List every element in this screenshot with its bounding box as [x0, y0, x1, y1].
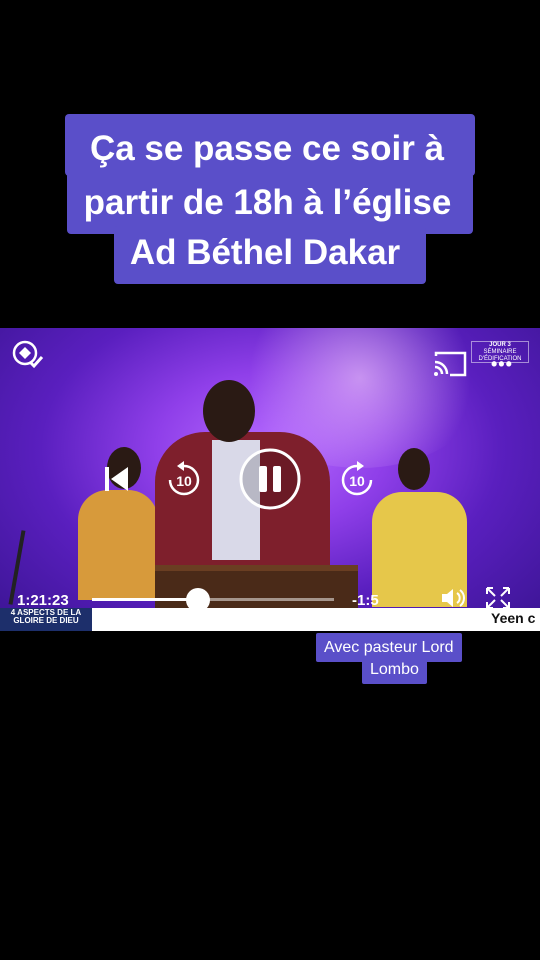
pause-button[interactable] — [238, 447, 302, 511]
singer-right-head — [398, 448, 430, 490]
caption-line-2: partir de 18h à l’église — [0, 172, 540, 234]
fullscreen-icon[interactable] — [484, 586, 512, 610]
preacher-head — [203, 380, 255, 442]
subcaption-line-2: Lombo — [362, 658, 427, 684]
ticker-text: Yeen c — [491, 610, 536, 626]
volume-icon[interactable] — [440, 586, 468, 610]
caption-line-3: Ad Béthel Dakar — [0, 226, 540, 284]
remaining-time: -1:5 — [352, 592, 379, 609]
rewind-10-icon[interactable]: 10 — [164, 460, 204, 500]
badge-top: JOUR 3 — [489, 342, 511, 348]
more-icon[interactable]: ••• — [491, 355, 513, 373]
caption-text-2: partir de 18h à l’église — [66, 172, 474, 234]
svg-text:10: 10 — [349, 473, 365, 489]
subcaption-text-2: Lombo — [362, 658, 427, 684]
caption-text-3: Ad Béthel Dakar — [113, 226, 427, 284]
svg-text:10: 10 — [176, 473, 192, 489]
lower-third-title: 4 ASPECTS DE LA GLOIRE DE DIEU — [0, 608, 92, 631]
logo-icon — [12, 340, 44, 370]
singer-left — [78, 490, 158, 600]
caption-text-1: Ça se passe ce soir à — [64, 114, 476, 176]
forward-10-icon[interactable]: 10 — [337, 460, 377, 500]
seek-progress — [92, 598, 199, 601]
previous-icon[interactable] — [102, 463, 132, 495]
caption-line-1: Ça se passe ce soir à — [0, 114, 540, 176]
current-time: 1:21:23 — [17, 592, 69, 609]
cast-icon[interactable] — [432, 350, 468, 378]
